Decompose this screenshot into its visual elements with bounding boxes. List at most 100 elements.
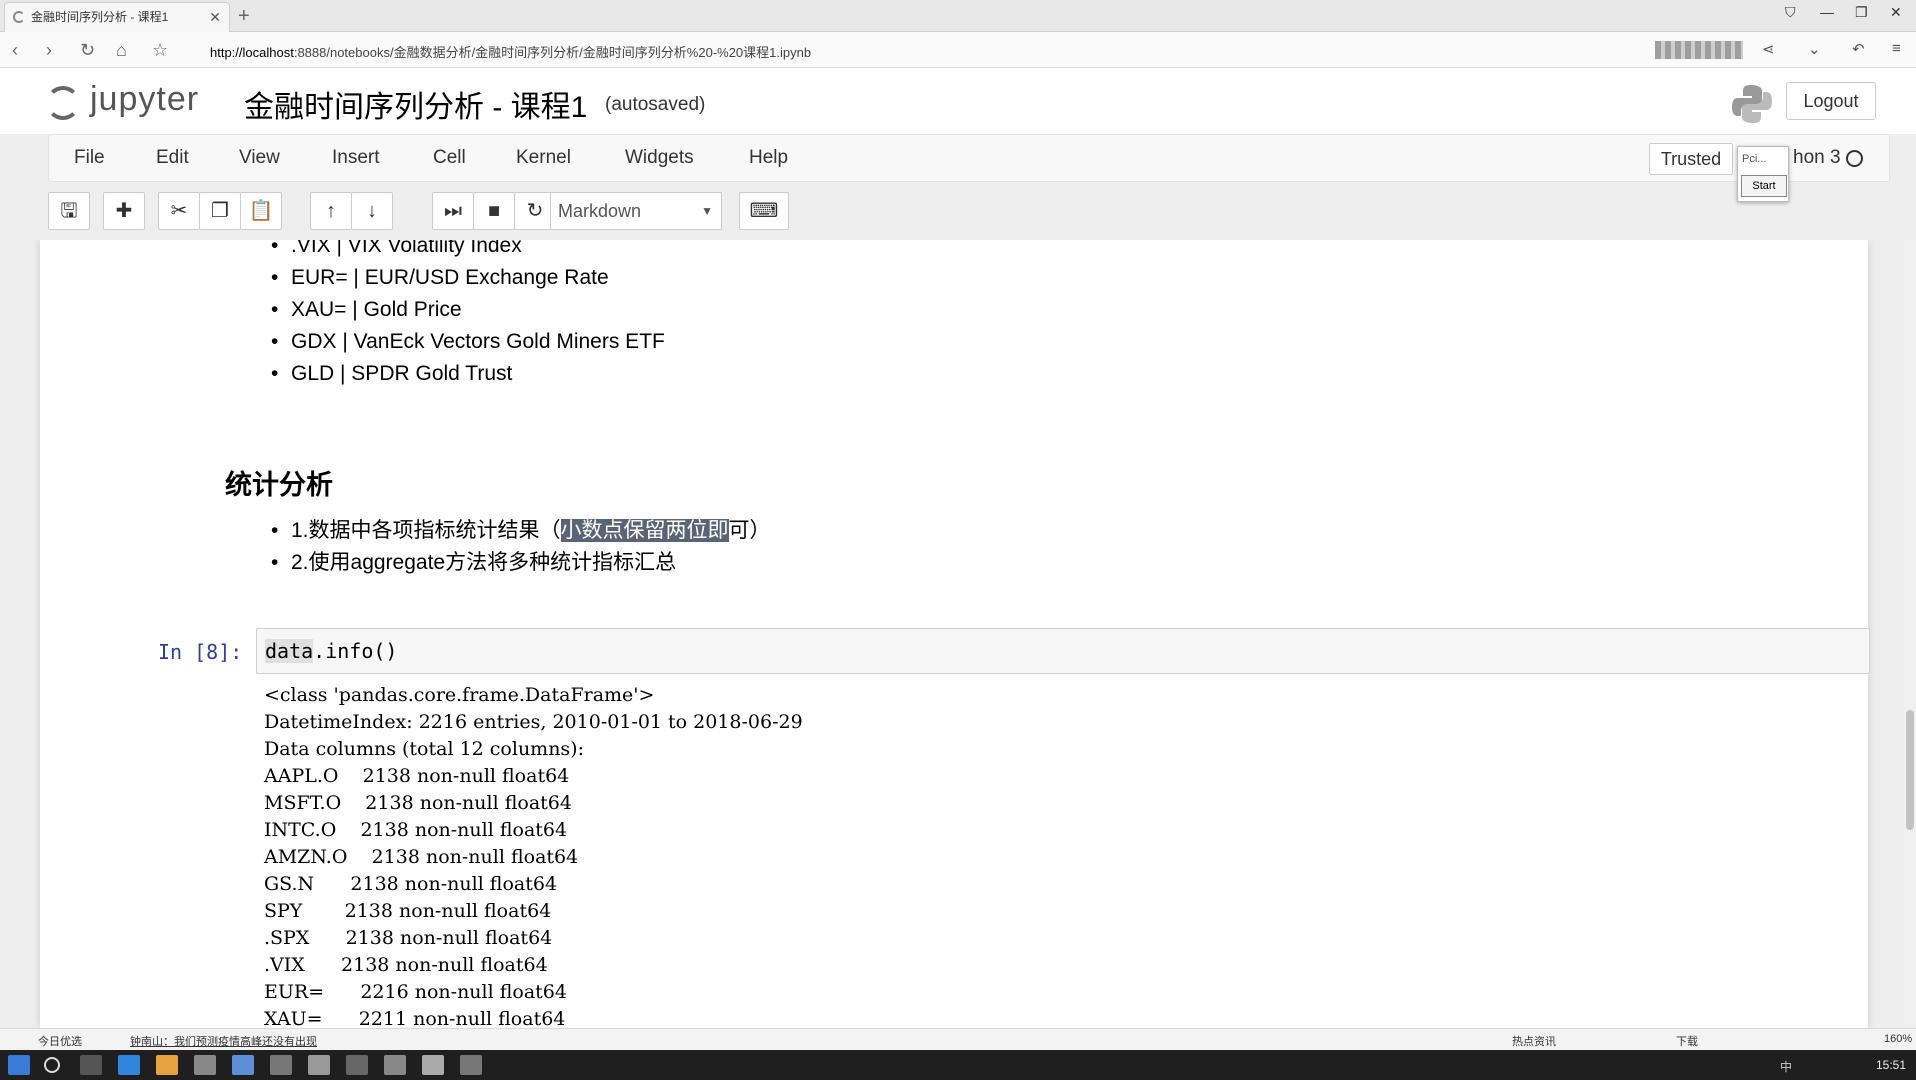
start-icon[interactable] [8, 1055, 30, 1075]
logout-button[interactable]: Logout [1786, 82, 1876, 120]
python-logo-icon [1732, 85, 1772, 123]
menu-widgets[interactable]: Widgets [625, 147, 694, 169]
list-item: GLD | SPDR Gold Trust [267, 358, 665, 390]
output-line: MSFT.O 2138 non-null float64 [264, 792, 572, 814]
chevron-down-icon: ▼ [701, 204, 713, 218]
markdown-cell-stats[interactable]: 统计分析 [225, 463, 333, 502]
share-icon[interactable]: ⋖ [1762, 40, 1775, 58]
jupyter-logo[interactable]: jupyter [46, 80, 226, 124]
menu-icon[interactable]: ≡ [1892, 40, 1901, 57]
cell-output: <class 'pandas.core.frame.DataFrame'> Dat… [264, 682, 803, 1028]
list-item: EUR= | EUR/USD Exchange Rate [267, 262, 665, 294]
keyboard-icon[interactable]: ⌨ [739, 192, 789, 230]
list-item: .VIX | VIX Volatility Index [267, 240, 665, 262]
cell-type-select[interactable]: Markdown ▼ [550, 192, 722, 230]
new-tab-button[interactable]: + [238, 2, 250, 30]
url-input[interactable]: http://localhost:8888/notebooks/金融数据分析/金… [210, 42, 811, 61]
output-line: DatetimeIndex: 2216 entries, 2010-01-01 … [264, 711, 803, 733]
menu-kernel[interactable]: Kernel [516, 147, 571, 169]
page-scrollbar[interactable] [1904, 240, 1916, 1028]
output-line: XAU= 2211 non-null float64 [264, 1008, 566, 1028]
output-line: GS.N 2138 non-null float64 [264, 873, 558, 895]
save-icon[interactable]: 🖫 [48, 192, 90, 230]
output-line: SPY 2138 non-null float64 [264, 900, 552, 922]
code-cell-input[interactable]: data.info() [256, 628, 1870, 674]
cell-type-value: Markdown [558, 201, 642, 221]
jupyter-header: jupyter 金融时间序列分析 - 课程1 (autosaved) Logou… [0, 68, 1916, 134]
task-view-icon[interactable] [80, 1055, 102, 1075]
autosave-status: (autosaved) [605, 94, 706, 115]
minimize-button[interactable]: — [1820, 4, 1834, 20]
clock[interactable]: 15:51 [1876, 1058, 1906, 1072]
markdown-cell-list[interactable]: .VIX | VIX Volatility Index EUR= | EUR/U… [267, 240, 665, 390]
app-taskbar-icon[interactable] [270, 1055, 292, 1075]
close-tab-icon[interactable]: ✕ [209, 3, 221, 31]
cut-icon[interactable]: ✂ [158, 192, 200, 230]
app-taskbar-icon[interactable] [308, 1055, 330, 1075]
statusbar-headline-link[interactable]: 钟南山：我们预测疫情高峰还没有出现 [130, 1033, 317, 1049]
undo-icon[interactable]: ↶ [1852, 40, 1865, 58]
menu-bar: File Edit View Insert Cell Kernel Widget… [48, 134, 1890, 182]
back-icon[interactable]: ‹ [12, 38, 18, 62]
list-item: GDX | VanEck Vectors Gold Miners ETF [267, 326, 665, 358]
app-taskbar-icon[interactable] [460, 1055, 482, 1075]
browser-tab[interactable]: 金融时间序列分析 - 课程1 ✕ [4, 2, 230, 32]
menu-help[interactable]: Help [749, 147, 788, 169]
reload-icon[interactable]: ↻ [80, 38, 95, 62]
restore-button[interactable]: ❐ [1855, 4, 1868, 21]
ime-indicator[interactable]: 中 [1780, 1058, 1792, 1075]
popup-window: Pci... Start [1737, 146, 1789, 202]
stop-icon[interactable]: ■ [473, 192, 515, 230]
code-object: data [265, 639, 314, 663]
address-bar: ‹ › ↻ ⌂ ☆ http://localhost:8888/notebook… [0, 32, 1916, 68]
app-taskbar-icon[interactable] [422, 1055, 444, 1075]
bookmark-star-icon[interactable]: ☆ [152, 38, 168, 62]
search-icon[interactable] [44, 1057, 60, 1073]
output-line: AMZN.O 2138 non-null float64 [264, 846, 579, 868]
run-icon[interactable]: ⏭ [432, 192, 474, 230]
menu-insert[interactable]: Insert [332, 147, 380, 169]
statusbar-hot-news[interactable]: 热点资讯 [1512, 1033, 1556, 1049]
browser-tabbar: 金融时间序列分析 - 课程1 ✕ + ⛉ — ❐ ✕ [0, 0, 1916, 32]
insert-cell-icon[interactable]: ✚ [103, 192, 145, 230]
output-line: Data columns (total 12 columns): [264, 738, 584, 760]
browser-taskbar-icon[interactable] [118, 1055, 140, 1075]
app-taskbar-icon[interactable] [346, 1055, 368, 1075]
list-item: XAU= | Gold Price [267, 294, 665, 326]
forward-icon[interactable]: › [46, 38, 52, 62]
output-line: AAPL.O 2138 non-null float64 [264, 765, 570, 787]
home-icon[interactable]: ⌂ [116, 38, 127, 62]
output-line: .VIX 2138 non-null float64 [264, 954, 548, 976]
copy-icon[interactable]: ❐ [199, 192, 241, 230]
output-line: INTC.O 2138 non-null float64 [264, 819, 568, 841]
zoom-level[interactable]: 160% [1884, 1033, 1912, 1045]
menu-cell[interactable]: Cell [433, 147, 466, 169]
output-line: EUR= 2216 non-null float64 [264, 981, 567, 1003]
markdown-stats-list[interactable]: 1.数据中各项指标统计结果（小数点保留两位即可） 2.使用aggregate方法… [267, 515, 771, 579]
popup-text: Pci... [1742, 153, 1767, 165]
statusbar-news[interactable]: 今日优选 [38, 1033, 82, 1049]
menu-edit[interactable]: Edit [156, 147, 189, 169]
shirt-skin-icon[interactable]: ⛉ [1785, 4, 1796, 21]
code-method: .info() [313, 639, 398, 663]
statusbar-download[interactable]: 下载 [1676, 1033, 1698, 1049]
scrollbar-thumb[interactable] [1906, 710, 1914, 830]
notebook-title[interactable]: 金融时间序列分析 - 课程1 [244, 82, 587, 126]
menu-file[interactable]: File [74, 147, 105, 169]
output-line: .SPX 2138 non-null float64 [264, 927, 553, 949]
move-up-icon[interactable]: ↑ [310, 192, 352, 230]
move-down-icon[interactable]: ↓ [351, 192, 393, 230]
app-taskbar-icon[interactable] [384, 1055, 406, 1075]
folder-taskbar-icon[interactable] [156, 1055, 178, 1075]
menu-view[interactable]: View [239, 147, 280, 169]
notebook-page: .VIX | VIX Volatility Index EUR= | EUR/U… [40, 240, 1870, 1028]
paste-icon[interactable]: 📋 [240, 192, 282, 230]
list-item: 1.数据中各项指标统计结果（小数点保留两位即可） [267, 515, 771, 547]
app-taskbar-icon[interactable] [232, 1055, 254, 1075]
trusted-button[interactable]: Trusted [1649, 143, 1733, 175]
dropdown-icon[interactable]: ⌄ [1808, 40, 1821, 58]
app-taskbar-icon[interactable] [194, 1055, 216, 1075]
popup-start-button[interactable]: Start [1741, 175, 1787, 197]
close-window-button[interactable]: ✕ [1890, 4, 1902, 21]
output-line: <class 'pandas.core.frame.DataFrame'> [264, 684, 655, 706]
